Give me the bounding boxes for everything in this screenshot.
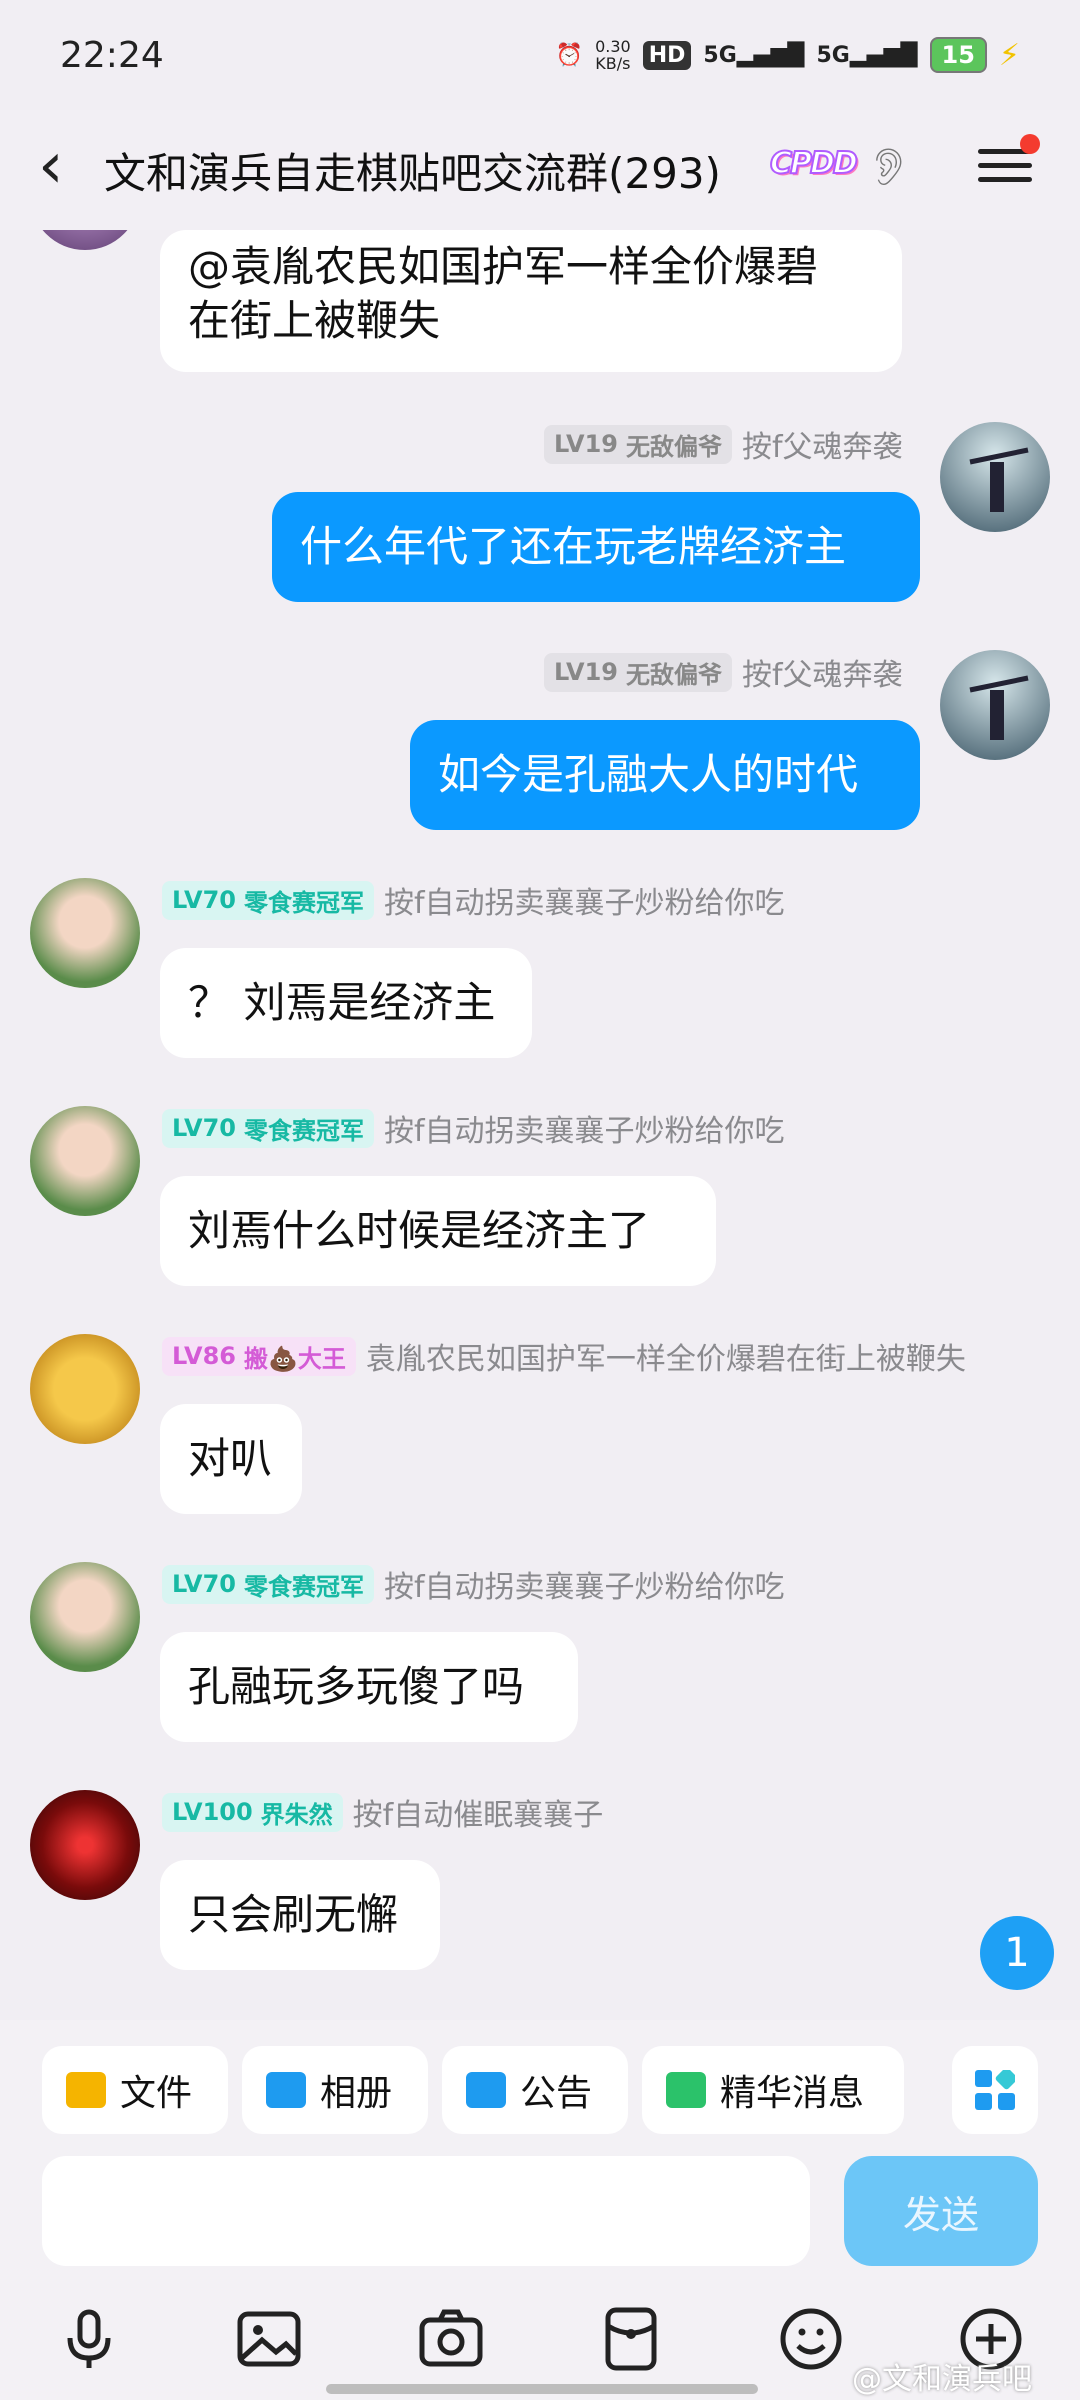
watermark: @文和演兵吧: [852, 2362, 1032, 2397]
signal-icon-1: 5G▂▄▆█: [703, 42, 805, 68]
message-bubble[interactable]: 对叭: [160, 1404, 302, 1514]
message-input[interactable]: [42, 2156, 810, 2266]
camera-icon[interactable]: [416, 2304, 486, 2374]
person-silhouette-icon: [969, 447, 1029, 512]
notification-dot: [1020, 134, 1040, 154]
avatar[interactable]: [30, 230, 140, 250]
essence-icon: [666, 2072, 706, 2108]
back-chevron-icon[interactable]: ‹: [38, 134, 64, 198]
sender-meta: LV70 零食赛冠军 按f自动拐卖襄襄子炒粉给你吃: [162, 878, 785, 922]
unread-count-badge[interactable]: 1: [980, 1916, 1054, 1990]
avatar[interactable]: [30, 1562, 140, 1672]
message-bubble[interactable]: ？ 刘焉是经济主: [160, 948, 532, 1058]
sender-meta: LV19 无敌偏爷 按f父魂奔袭: [544, 650, 903, 694]
status-icons: ⏰ 0.30 KB/s HD 5G▂▄▆█ 5G▂▄▆█ 15 ⚡: [556, 37, 1020, 73]
status-bar: 22:24 ⏰ 0.30 KB/s HD 5G▂▄▆█ 5G▂▄▆█ 15 ⚡: [0, 0, 1080, 110]
emoji-icon[interactable]: [776, 2304, 846, 2374]
signal-icon-2: 5G▂▄▆█: [816, 42, 918, 68]
avatar[interactable]: [30, 1106, 140, 1216]
message-bubble[interactable]: 孔融玩多玩傻了吗: [160, 1632, 578, 1742]
sender-meta: LV100 界朱然 按f自动催眠襄襄子: [162, 1790, 603, 1834]
chat-header: ‹ 文和演兵自走棋贴吧交流群(293) CPDD 👂︎: [0, 110, 1080, 230]
folder-icon: [66, 2072, 106, 2108]
charging-icon: ⚡: [998, 37, 1020, 73]
message-bubble-own[interactable]: 如今是孔融大人的时代: [410, 720, 920, 830]
sender-name: 按f父魂奔袭: [741, 430, 903, 465]
notice-bag-icon: [466, 2072, 506, 2108]
person-silhouette-icon: [969, 675, 1029, 740]
sender-name: 按f父魂奔袭: [741, 658, 903, 693]
essence-messages-button[interactable]: 精华消息: [642, 2046, 904, 2134]
sender-meta: LV19 无敌偏爷 按f父魂奔袭: [544, 422, 903, 466]
apps-grid-icon: [975, 2070, 1015, 2110]
avatar[interactable]: [940, 422, 1050, 532]
sender-meta: LV86 搬💩大王 袁胤农民如国护军一样全价爆碧在街上被鞭失: [162, 1334, 966, 1378]
alarm-icon: ⏰: [555, 42, 584, 68]
red-packet-icon[interactable]: [596, 2304, 666, 2374]
level-badge: LV86 搬💩大王: [162, 1336, 356, 1376]
message-bubble-own[interactable]: 什么年代了还在玩老牌经济主: [272, 492, 920, 602]
ear-icon[interactable]: 👂︎: [866, 146, 912, 188]
notice-button[interactable]: 公告: [442, 2046, 628, 2134]
cpdd-tag[interactable]: CPDD: [769, 145, 859, 182]
hd-icon: HD: [642, 40, 692, 70]
album-icon: [266, 2072, 306, 2108]
group-title[interactable]: 文和演兵自走棋贴吧交流群(293): [104, 140, 721, 201]
message-bubble[interactable]: @袁胤农民如国护军一样全价爆碧 在街上被鞭失: [160, 230, 902, 372]
level-badge: LV19 无敌偏爷: [544, 652, 732, 692]
sender-name: 按f自动拐卖襄襄子炒粉给你吃: [383, 1570, 785, 1605]
avatar[interactable]: [30, 1790, 140, 1900]
avatar[interactable]: [30, 878, 140, 988]
level-badge: LV70 零食赛冠军: [162, 1564, 374, 1604]
sender-name: 按f自动催眠襄襄子: [352, 1798, 604, 1833]
apps-button[interactable]: [952, 2046, 1038, 2134]
sender-name: 按f自动拐卖襄襄子炒粉给你吃: [383, 886, 785, 921]
clock: 22:24: [60, 34, 164, 76]
level-badge: LV70 零食赛冠军: [162, 1108, 374, 1148]
sender-meta: LV70 零食赛冠军 按f自动拐卖襄襄子炒粉给你吃: [162, 1106, 785, 1150]
message-bubble[interactable]: 刘焉什么时候是经济主了: [160, 1176, 716, 1286]
sender-name: 按f自动拐卖襄襄子炒粉给你吃: [383, 1114, 785, 1149]
message-list[interactable]: @袁胤农民如国护军一样全价爆碧 在街上被鞭失 LV19 无敌偏爷 按f父魂奔袭 什么…: [0, 230, 1080, 2020]
message-bubble[interactable]: 只会刷无懈: [160, 1860, 440, 1970]
input-row: 发送: [0, 2140, 1080, 2280]
level-badge: LV19 无敌偏爷: [544, 424, 732, 464]
file-button[interactable]: 文件: [42, 2046, 228, 2134]
home-indicator[interactable]: [326, 2384, 758, 2394]
level-badge: LV100 界朱然: [162, 1792, 343, 1832]
menu-icon[interactable]: [978, 134, 1040, 194]
sender-name: 袁胤农民如国护军一样全价爆碧在街上被鞭失: [365, 1342, 966, 1377]
battery-icon: 15: [929, 37, 987, 73]
send-button[interactable]: 发送: [844, 2156, 1038, 2266]
microphone-icon[interactable]: [54, 2304, 124, 2374]
level-badge: LV70 零食赛冠军: [162, 880, 374, 920]
sender-meta: LV70 零食赛冠军 按f自动拐卖襄襄子炒粉给你吃: [162, 1562, 785, 1606]
album-button[interactable]: 相册: [242, 2046, 428, 2134]
avatar[interactable]: [940, 650, 1050, 760]
image-icon[interactable]: [234, 2304, 304, 2374]
avatar[interactable]: [30, 1334, 140, 1444]
net-speed: 0.30 KB/s: [595, 37, 631, 73]
